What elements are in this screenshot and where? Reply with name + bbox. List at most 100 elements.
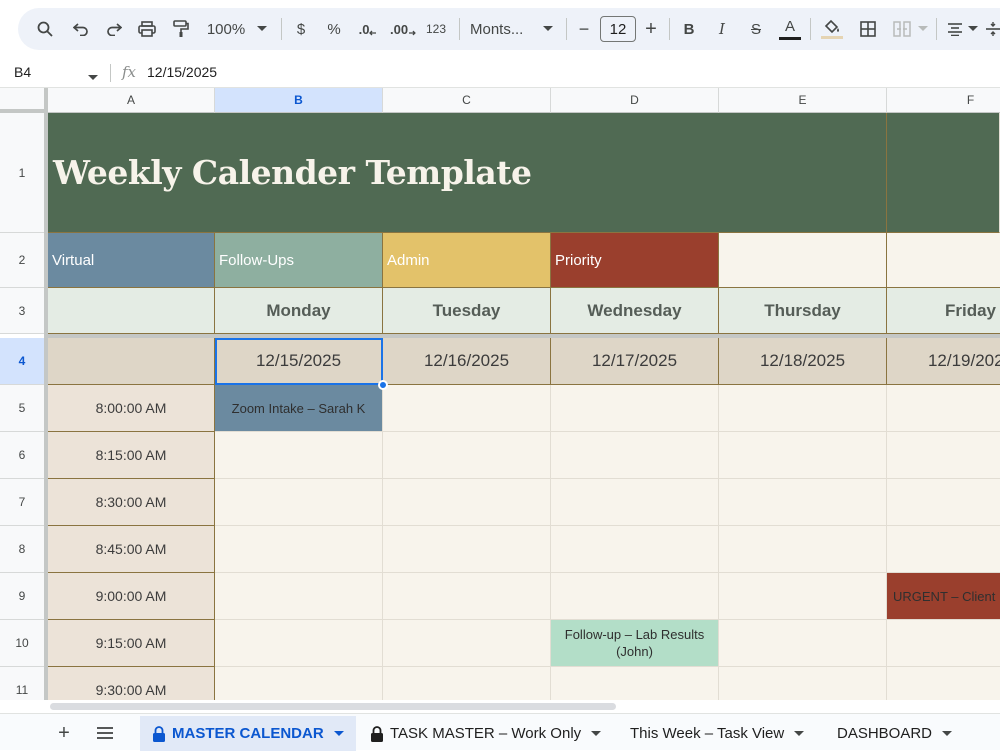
row-header-3[interactable]: 3 [0, 288, 44, 334]
day-header-wednesday[interactable]: Wednesday [551, 288, 719, 334]
merge-cells-icon[interactable] [890, 8, 914, 50]
calendar-cell[interactable] [383, 432, 551, 479]
vertical-align-icon[interactable] [986, 8, 1000, 50]
calendar-cell[interactable] [719, 667, 887, 700]
calendar-cell[interactable] [215, 667, 383, 700]
calendar-cell[interactable] [551, 385, 719, 432]
row-header-8[interactable]: 8 [0, 526, 44, 573]
decrease-font-size-button[interactable]: − [574, 8, 594, 50]
calendar-cell[interactable] [215, 573, 383, 620]
time-cell[interactable]: 8:30:00 AM [48, 479, 215, 526]
undo-icon[interactable] [68, 8, 94, 50]
formula-input[interactable]: 12/15/2025 [147, 64, 217, 80]
text-color-button[interactable]: A [778, 8, 802, 50]
chevron-down-icon[interactable] [794, 730, 805, 737]
day-header-monday[interactable]: Monday [215, 288, 383, 334]
search-menus-icon[interactable] [32, 8, 58, 50]
date-cell-thursday[interactable]: 12/18/2025 [719, 338, 887, 385]
date-cell-friday[interactable]: 12/19/2025 [887, 338, 1000, 385]
event-virtual[interactable]: Zoom Intake – Sarah K [215, 385, 383, 432]
row-header-5[interactable]: 5 [0, 385, 44, 432]
chevron-down-icon[interactable] [942, 730, 953, 737]
increase-font-size-button[interactable]: + [641, 8, 661, 50]
font-size-input[interactable]: 12 [600, 16, 636, 42]
strikethrough-button[interactable]: S [745, 8, 767, 50]
column-header-c[interactable]: C [383, 88, 551, 113]
redo-icon[interactable] [101, 8, 127, 50]
chevron-down-icon[interactable] [254, 8, 270, 50]
calendar-cell[interactable] [887, 432, 1000, 479]
calendar-cell[interactable] [551, 526, 719, 573]
legend-priority[interactable]: Priority [551, 233, 719, 288]
event-priority[interactable]: URGENT – Client [887, 573, 1000, 620]
bold-button[interactable]: B [678, 8, 700, 50]
calendar-cell[interactable] [383, 620, 551, 667]
fill-color-button[interactable] [820, 8, 844, 50]
scrollbar-thumb[interactable] [50, 703, 616, 710]
calendar-cell[interactable] [215, 479, 383, 526]
font-family-select[interactable]: Monts... [470, 8, 532, 50]
row-header-9[interactable]: 9 [0, 573, 44, 620]
increase-decimal-button[interactable]: .00 [390, 8, 416, 50]
row-header-4[interactable]: 4 [0, 338, 44, 385]
sheet-tab-task-master[interactable]: TASK MASTER – Work Only [358, 716, 613, 751]
decrease-decimal-button[interactable]: .0 [355, 8, 381, 50]
day-header-tuesday[interactable]: Tuesday [383, 288, 551, 334]
horizontal-align-icon[interactable] [944, 8, 966, 50]
calendar-cell[interactable] [719, 432, 887, 479]
sheet-tab-this-week[interactable]: This Week – Task View [618, 716, 816, 751]
date-cell-monday[interactable]: 12/15/2025 [215, 338, 383, 385]
cell-e2[interactable] [719, 233, 887, 288]
calendar-cell[interactable] [383, 667, 551, 700]
legend-admin[interactable]: Admin [383, 233, 551, 288]
italic-button[interactable]: I [711, 8, 733, 50]
chevron-down-icon[interactable] [333, 730, 344, 737]
title-cell-e1[interactable] [718, 113, 887, 233]
calendar-cell[interactable] [719, 479, 887, 526]
calendar-cell[interactable] [383, 526, 551, 573]
time-cell[interactable]: 8:15:00 AM [48, 432, 215, 479]
day-header-friday[interactable]: Friday [887, 288, 1000, 334]
legend-follow-ups[interactable]: Follow-Ups [215, 233, 383, 288]
calendar-cell[interactable] [887, 479, 1000, 526]
row-header-6[interactable]: 6 [0, 432, 44, 479]
row-header-10[interactable]: 10 [0, 620, 44, 667]
calendar-cell[interactable] [719, 385, 887, 432]
calendar-cell[interactable] [215, 526, 383, 573]
calendar-cell[interactable] [887, 385, 1000, 432]
calendar-cell[interactable] [383, 479, 551, 526]
column-header-e[interactable]: E [719, 88, 887, 113]
chevron-down-icon[interactable] [591, 730, 602, 737]
calendar-cell[interactable] [551, 479, 719, 526]
currency-format-button[interactable]: $ [290, 8, 312, 50]
cell-a3[interactable] [48, 288, 215, 334]
calendar-cell[interactable] [383, 385, 551, 432]
chevron-down-icon[interactable] [88, 68, 98, 86]
chevron-down-icon[interactable] [966, 8, 980, 50]
time-cell[interactable]: 9:00:00 AM [48, 573, 215, 620]
percent-format-button[interactable]: % [323, 8, 345, 50]
calendar-cell[interactable] [719, 526, 887, 573]
calendar-cell[interactable] [215, 620, 383, 667]
title-cell[interactable]: Weekly Calender Template [48, 113, 718, 233]
chevron-down-icon[interactable] [540, 8, 556, 50]
name-box[interactable]: B4 [14, 64, 31, 80]
calendar-cell[interactable] [719, 620, 887, 667]
event-follow-up[interactable]: Follow-up – Lab Results (John) [551, 620, 719, 667]
calendar-cell[interactable] [887, 526, 1000, 573]
select-all-corner[interactable] [0, 88, 48, 113]
paint-format-icon[interactable] [168, 8, 194, 50]
calendar-cell[interactable] [551, 573, 719, 620]
row-header-1[interactable]: 1 [0, 113, 44, 233]
more-formats-button[interactable]: 123 [424, 8, 448, 50]
sheet-tab-dashboard[interactable]: DASHBOARD [825, 716, 964, 751]
time-cell[interactable]: 9:15:00 AM [48, 620, 215, 667]
print-icon[interactable] [134, 8, 160, 50]
calendar-cell[interactable] [887, 620, 1000, 667]
cell-f2[interactable] [887, 233, 1000, 288]
time-cell[interactable]: 8:45:00 AM [48, 526, 215, 573]
column-header-b[interactable]: B [215, 88, 383, 113]
time-cell[interactable]: 9:30:00 AM [48, 667, 215, 700]
column-header-f[interactable]: F [887, 88, 1000, 113]
sheet-tab-master-calendar[interactable]: MASTER CALENDAR [140, 716, 356, 751]
